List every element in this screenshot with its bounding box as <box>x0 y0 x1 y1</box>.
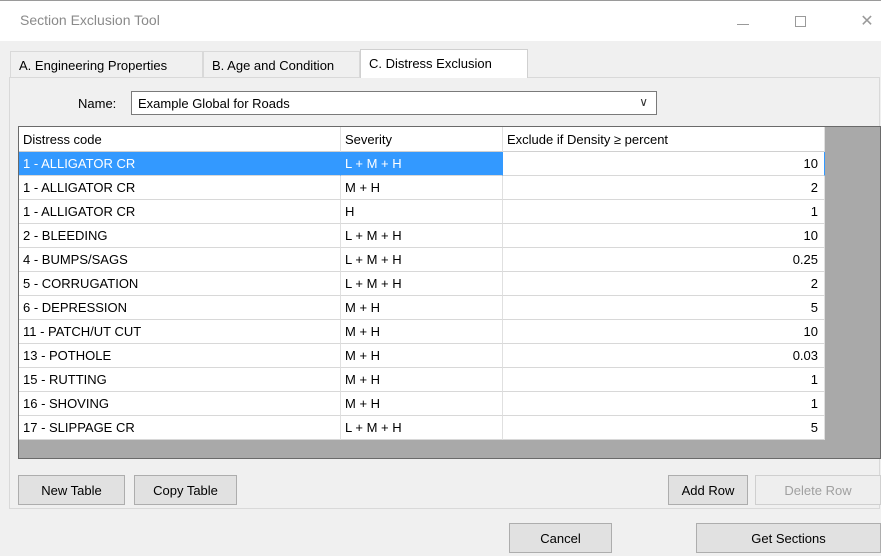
percent-cell[interactable]: 2 <box>503 272 825 296</box>
header-exclude-percent[interactable]: Exclude if Density ≥ percent <box>503 127 825 152</box>
percent-cell[interactable]: 0.25 <box>503 248 825 272</box>
close-icon: ✕ <box>860 13 874 30</box>
severity-cell[interactable]: L + M + H <box>341 248 503 272</box>
table-row[interactable]: 15 - RUTTING M + H1 <box>19 368 825 392</box>
cancel-button[interactable]: Cancel <box>509 523 612 553</box>
percent-cell[interactable]: 1 <box>503 368 825 392</box>
distress-code-cell[interactable]: 1 - ALLIGATOR CR <box>19 200 341 224</box>
percent-cell[interactable]: 10 <box>503 152 825 176</box>
table-row[interactable]: 1 - ALLIGATOR CR H 1 <box>19 200 825 224</box>
table-row[interactable]: 6 - DEPRESSION M + H5 <box>19 296 825 320</box>
add-row-button[interactable]: Add Row <box>668 475 748 505</box>
table-row[interactable]: 4 - BUMPS/SAGS L + M + H 0.25 <box>19 248 825 272</box>
grid-rows: 1 - ALLIGATOR CR L + M + H 10 1 - ALLIGATOR… <box>19 152 825 440</box>
tab-engineering-properties[interactable]: A. Engineering Properties <box>10 51 203 77</box>
table-row[interactable]: 17 - SLIPPAGE CR L + M + H5 <box>19 416 825 440</box>
table-row[interactable]: 13 - POTHOLE M + H 0.03 <box>19 344 825 368</box>
tab-distress-exclusion[interactable]: C. Distress Exclusion <box>360 49 528 78</box>
distress-code-cell[interactable]: 17 - SLIPPAGE CR <box>19 416 341 440</box>
severity-cell[interactable]: H <box>341 200 503 224</box>
severity-cell[interactable]: M + H <box>341 320 503 344</box>
title-bar: Section Exclusion Tool ✕ <box>0 1 881 41</box>
severity-cell[interactable]: L + M + H <box>341 224 503 248</box>
distress-code-cell[interactable]: 4 - BUMPS/SAGS <box>19 248 341 272</box>
copy-table-button[interactable]: Copy Table <box>134 475 237 505</box>
severity-cell[interactable]: M + H <box>341 368 503 392</box>
name-dropdown[interactable]: Example Global for Roads ∨ <box>131 91 657 115</box>
distress-code-cell[interactable]: 1 - ALLIGATOR CR <box>19 176 341 200</box>
percent-cell[interactable]: 0.03 <box>503 344 825 368</box>
percent-cell[interactable]: 1 <box>503 392 825 416</box>
percent-cell[interactable]: 10 <box>503 320 825 344</box>
minimize-icon <box>737 23 749 25</box>
grid-table: Distress code Severity Exclude if Densit… <box>19 127 825 440</box>
distress-code-cell[interactable]: 5 - CORRUGATION <box>19 272 341 296</box>
percent-cell[interactable]: 2 <box>503 176 825 200</box>
minimize-button[interactable] <box>720 5 766 37</box>
severity-cell[interactable]: M + H <box>341 176 503 200</box>
section-exclusion-window: Section Exclusion Tool ✕ A. Engineering … <box>0 0 881 556</box>
distress-code-cell[interactable]: 2 - BLEEDING <box>19 224 341 248</box>
table-row[interactable]: 1 - ALLIGATOR CR L + M + H 10 <box>19 152 825 176</box>
table-row[interactable]: 1 - ALLIGATOR CR M + H2 <box>19 176 825 200</box>
tab-age-and-condition[interactable]: B. Age and Condition <box>203 51 360 77</box>
maximize-button[interactable] <box>777 5 823 37</box>
percent-cell[interactable]: 1 <box>503 200 825 224</box>
distress-code-cell[interactable]: 6 - DEPRESSION <box>19 296 341 320</box>
severity-cell[interactable]: L + M + H <box>341 152 503 176</box>
percent-cell[interactable]: 10 <box>503 224 825 248</box>
severity-cell[interactable]: M + H <box>341 296 503 320</box>
delete-row-button[interactable]: Delete Row <box>755 475 881 505</box>
distress-code-cell[interactable]: 1 - ALLIGATOR CR <box>19 152 341 176</box>
severity-cell[interactable]: L + M + H <box>341 416 503 440</box>
name-label: Name: <box>78 96 117 111</box>
table-row[interactable]: 11 - PATCH/UT CUT M + H 10 <box>19 320 825 344</box>
name-dropdown-value: Example Global for Roads <box>138 96 290 111</box>
distress-code-cell[interactable]: 16 - SHOVING <box>19 392 341 416</box>
table-row[interactable]: 2 - BLEEDING L + M + H 10 <box>19 224 825 248</box>
get-sections-button[interactable]: Get Sections <box>696 523 881 553</box>
window-title: Section Exclusion Tool <box>20 12 160 28</box>
maximize-icon <box>794 15 806 27</box>
new-table-button[interactable]: New Table <box>18 475 125 505</box>
distress-grid[interactable]: Distress code Severity Exclude if Densit… <box>18 126 881 459</box>
severity-cell[interactable]: M + H <box>341 392 503 416</box>
severity-cell[interactable]: L + M + H <box>341 272 503 296</box>
table-row[interactable]: 16 - SHOVING M + H1 <box>19 392 825 416</box>
grid-header-row: Distress code Severity Exclude if Densit… <box>19 127 825 152</box>
severity-cell[interactable]: M + H <box>341 344 503 368</box>
table-row[interactable]: 5 - CORRUGATION L + M + H2 <box>19 272 825 296</box>
header-severity[interactable]: Severity <box>341 127 503 152</box>
close-button[interactable]: ✕ <box>844 5 881 37</box>
distress-code-cell[interactable]: 15 - RUTTING <box>19 368 341 392</box>
percent-cell[interactable]: 5 <box>503 296 825 320</box>
distress-code-cell[interactable]: 11 - PATCH/UT CUT <box>19 320 341 344</box>
distress-code-cell[interactable]: 13 - POTHOLE <box>19 344 341 368</box>
percent-cell[interactable]: 5 <box>503 416 825 440</box>
chevron-down-icon: ∨ <box>639 95 648 109</box>
header-distress-code[interactable]: Distress code <box>19 127 341 152</box>
